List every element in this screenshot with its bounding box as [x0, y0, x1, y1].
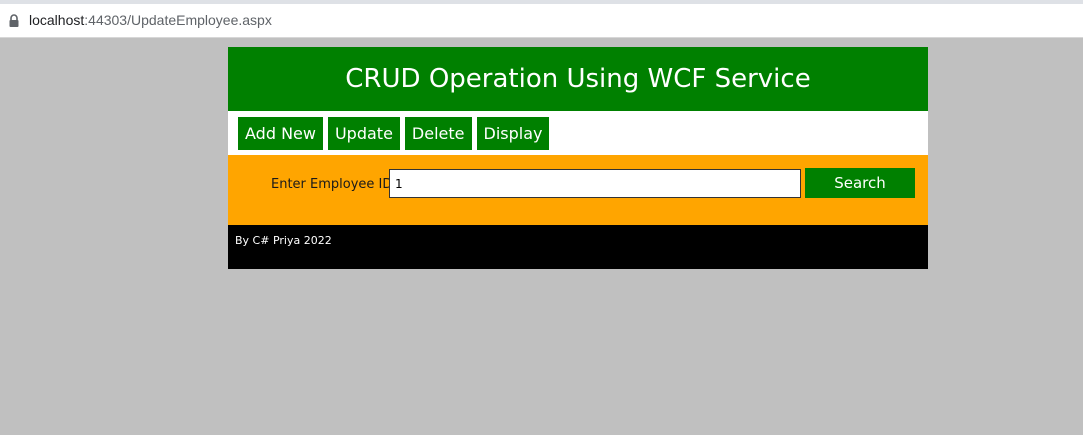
footer-text: By C# Priya 2022 — [235, 234, 332, 247]
delete-button[interactable]: Delete — [404, 116, 472, 150]
url-host: localhost — [29, 12, 85, 28]
search-panel: Enter Employee ID Search — [228, 155, 928, 225]
employee-id-input[interactable] — [389, 169, 801, 198]
update-button[interactable]: Update — [327, 116, 400, 150]
page-footer: By C# Priya 2022 — [228, 225, 928, 269]
display-button[interactable]: Display — [476, 116, 550, 150]
page-title: CRUD Operation Using WCF Service — [345, 64, 811, 94]
search-button[interactable]: Search — [805, 168, 915, 198]
url-path: :44303/UpdateEmployee.aspx — [84, 12, 272, 28]
browser-toolbar: localhost:44303/UpdateEmployee.aspx — [0, 0, 1083, 38]
lock-icon[interactable] — [8, 13, 20, 27]
add-new-button[interactable]: Add New — [238, 116, 323, 150]
employee-id-label: Enter Employee ID — [271, 177, 393, 192]
page-container: CRUD Operation Using WCF Service Add New… — [228, 47, 928, 269]
address-bar[interactable]: localhost:44303/UpdateEmployee.aspx — [0, 4, 272, 36]
nav-menu: Add New Update Delete Display — [228, 111, 928, 155]
page-header: CRUD Operation Using WCF Service — [228, 47, 928, 111]
